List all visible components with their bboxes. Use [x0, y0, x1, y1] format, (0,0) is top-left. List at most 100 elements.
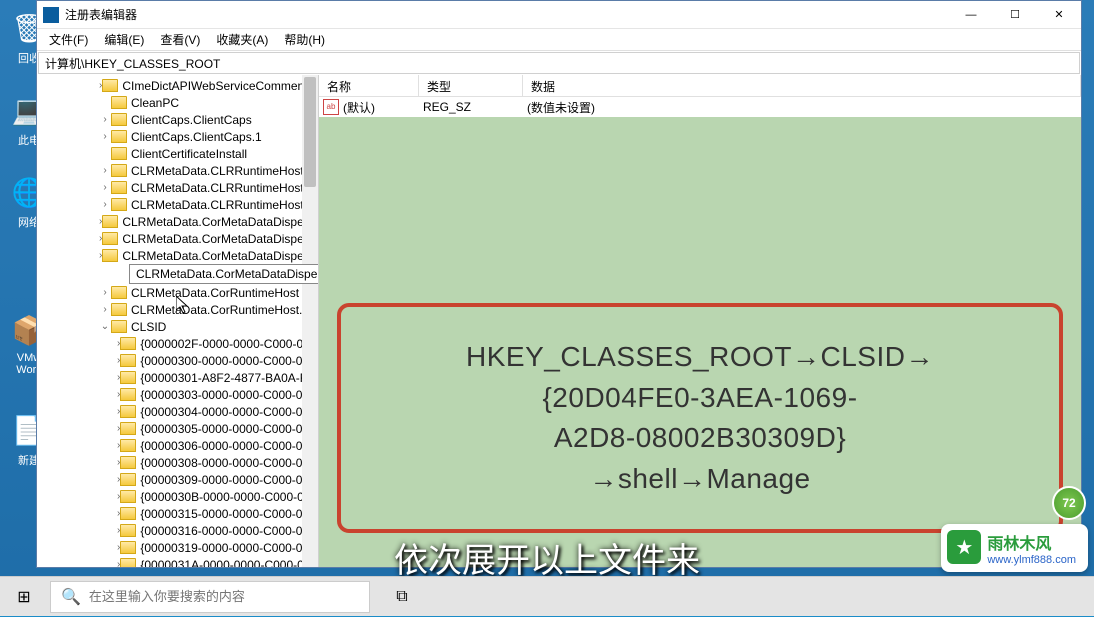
tree-item-label: ClientCaps.ClientCaps: [131, 113, 252, 127]
tree-item[interactable]: › ClientCaps.ClientCaps: [37, 111, 318, 128]
tree-item[interactable]: CleanPC: [37, 94, 318, 111]
tree-item-label: CLRMetaData.CorRuntimeHost: [131, 286, 299, 300]
tree-item-label: CLRMetaData.CLRRuntimeHost.2: [131, 198, 314, 212]
folder-icon: [120, 473, 136, 486]
col-type[interactable]: 类型: [419, 75, 523, 96]
tree-item[interactable]: ›{00000303-0000-0000-C000-000000000: [37, 386, 318, 403]
tree-item[interactable]: ›CImeDictAPIWebServiceComment.15: [37, 77, 318, 94]
folder-icon: [111, 320, 127, 333]
tree-item-label: {00000303-0000-0000-C000-000000000: [140, 388, 319, 402]
tree-item-label: {00000308-0000-0000-C000-000000000: [140, 456, 319, 470]
folder-icon: [111, 286, 127, 299]
value-row[interactable]: ab (默认) REG_SZ (数值未设置): [319, 97, 1081, 117]
folder-icon: [120, 405, 136, 418]
folder-icon: [120, 524, 136, 537]
tree-item[interactable]: ›{00000300-0000-0000-C000-000000000: [37, 352, 318, 369]
expander-icon[interactable]: ›: [99, 304, 111, 315]
folder-icon: [111, 198, 127, 211]
tree-item[interactable]: ›{0000002F-0000-0000-C000-000000000: [37, 335, 318, 352]
tree-item[interactable]: ›CLRMetaData.CLRRuntimeHost: [37, 162, 318, 179]
tree-item[interactable]: › CLRMetaData.CLRRuntimeHost.2: [37, 196, 318, 213]
tree-item-label: CLSID: [131, 320, 166, 334]
tree-item[interactable]: ›{00000315-0000-0000-C000-000000000: [37, 505, 318, 522]
tree-item[interactable]: ›{00000319-0000-0000-C000-000000000: [37, 539, 318, 556]
overlay-text: HKEY_CLASSES_ROOT→CLSID→ {20D04FE0-3AEA-…: [361, 337, 1039, 499]
folder-icon: [120, 456, 136, 469]
tree-item[interactable]: ›{00000308-0000-0000-C000-000000000: [37, 454, 318, 471]
value-pane: 名称 类型 数据 ab (默认) REG_SZ (数值未设置) HKEY_CLA…: [319, 75, 1081, 567]
folder-icon: [120, 422, 136, 435]
expander-icon[interactable]: ›: [99, 165, 111, 176]
watermark: ★ 雨林木风 www.ylmf888.com: [941, 524, 1088, 572]
maximize-button[interactable]: ☐: [993, 1, 1037, 29]
tree-item-label: CImeDictAPIWebServiceComment.15: [122, 79, 319, 93]
tree-item[interactable]: › CLRMetaData.CorRuntimeHost: [37, 284, 318, 301]
tree-item[interactable]: ›CLRMetaData.CorMetaDataDispenser: [37, 213, 318, 230]
menu-file[interactable]: 文件(F): [41, 28, 96, 51]
menu-view[interactable]: 查看(V): [152, 28, 208, 51]
address-bar[interactable]: 计算机\HKEY_CLASSES_ROOT: [38, 52, 1080, 74]
tree-item[interactable]: ›{00000301-A8F2-4877-BA0A-FD2B6645: [37, 369, 318, 386]
tree-item-label: ClientCertificateInstall: [131, 147, 247, 161]
search-box[interactable]: 🔍: [50, 581, 370, 613]
scrollbar-thumb[interactable]: [304, 77, 316, 187]
tree-item[interactable]: ›CLRMetaData.CLRRuntimeHost.1: [37, 179, 318, 196]
tooltip: CLRMetaData.CorMetaDataDispenserRuntime: [129, 264, 319, 284]
col-name[interactable]: 名称: [319, 75, 419, 96]
close-button[interactable]: ✕: [1037, 1, 1081, 29]
tree-item-label: CLRMetaData.CorMetaDataDispenser.2: [122, 232, 319, 246]
folder-icon: [111, 113, 127, 126]
tree-item[interactable]: ›{00000316-0000-0000-C000-000000000: [37, 522, 318, 539]
tree-item[interactable]: ›CLRMetaData.CorMetaDataDispenser.2: [37, 230, 318, 247]
expander-icon[interactable]: ›: [99, 199, 111, 210]
folder-icon: [111, 303, 127, 316]
expander-icon[interactable]: ›: [99, 182, 111, 193]
folder-icon: [120, 439, 136, 452]
tree-item-label: {00000305-0000-0000-C000-000000000: [140, 422, 319, 436]
tree-item[interactable]: ›{0000031A-0000-0000-C000-000000000: [37, 556, 318, 567]
menu-help[interactable]: 帮助(H): [276, 28, 333, 51]
tree-pane: ›CImeDictAPIWebServiceComment.15CleanPC›…: [37, 75, 319, 567]
tree-item[interactable]: ⌄ CLSID: [37, 318, 318, 335]
tree-item[interactable]: ›CLRMetaData.CorMetaDataDispenserRun: [37, 247, 318, 264]
titlebar[interactable]: 注册表编辑器 — ☐ ✕: [37, 1, 1081, 29]
tree-item-label: {0000030B-0000-0000-C000-000000000: [140, 490, 319, 504]
tree-item-label: ClientCaps.ClientCaps.1: [131, 130, 262, 144]
folder-icon: [102, 249, 118, 262]
folder-icon: [102, 79, 118, 92]
value-header: 名称 类型 数据: [319, 75, 1081, 97]
tree-scrollbar[interactable]: [302, 75, 318, 567]
tree-item[interactable]: › CLRMetaData.CorRuntimeHost.2: [37, 301, 318, 318]
regedit-window: 注册表编辑器 — ☐ ✕ 文件(F) 编辑(E) 查看(V) 收藏夹(A) 帮助…: [36, 0, 1082, 568]
tree-item[interactable]: ›{00000306-0000-0000-C000-000000000: [37, 437, 318, 454]
tree-item-label: CleanPC: [131, 96, 179, 110]
folder-icon: [120, 337, 136, 350]
folder-icon: [111, 130, 127, 143]
expander-icon[interactable]: ⌄: [99, 321, 111, 332]
watermark-url: www.ylmf888.com: [987, 554, 1076, 566]
folder-icon: [111, 96, 127, 109]
folder-icon: [111, 147, 127, 160]
expander-icon[interactable]: ›: [99, 131, 111, 142]
tree-item[interactable]: ›{00000309-0000-0000-C000-000000000: [37, 471, 318, 488]
col-data[interactable]: 数据: [523, 75, 1081, 96]
menu-edit[interactable]: 编辑(E): [96, 28, 152, 51]
start-button[interactable]: ⊞: [0, 577, 48, 617]
expander-icon[interactable]: ›: [99, 287, 111, 298]
task-view-button[interactable]: ⧉: [380, 577, 424, 617]
tree-item-label: CLRMetaData.CorRuntimeHost.2: [131, 303, 309, 317]
menu-favorites[interactable]: 收藏夹(A): [208, 28, 276, 51]
tree-item[interactable]: › ClientCaps.ClientCaps.1: [37, 128, 318, 145]
badge-72[interactable]: 72: [1052, 486, 1086, 520]
tree-item[interactable]: ›{00000304-0000-0000-C000-000000000: [37, 403, 318, 420]
search-input[interactable]: [89, 589, 359, 604]
tree-item[interactable]: ›{00000305-0000-0000-C000-000000000: [37, 420, 318, 437]
folder-icon: [120, 541, 136, 554]
tree-item[interactable]: ClientCertificateInstall: [37, 145, 318, 162]
tree-item[interactable]: ›{0000030B-0000-0000-C000-000000000: [37, 488, 318, 505]
minimize-button[interactable]: —: [949, 1, 993, 29]
watermark-logo-icon: ★: [947, 530, 981, 564]
tree-item-label: {00000319-0000-0000-C000-000000000: [140, 541, 319, 555]
expander-icon[interactable]: ›: [99, 114, 111, 125]
folder-icon: [120, 558, 136, 567]
